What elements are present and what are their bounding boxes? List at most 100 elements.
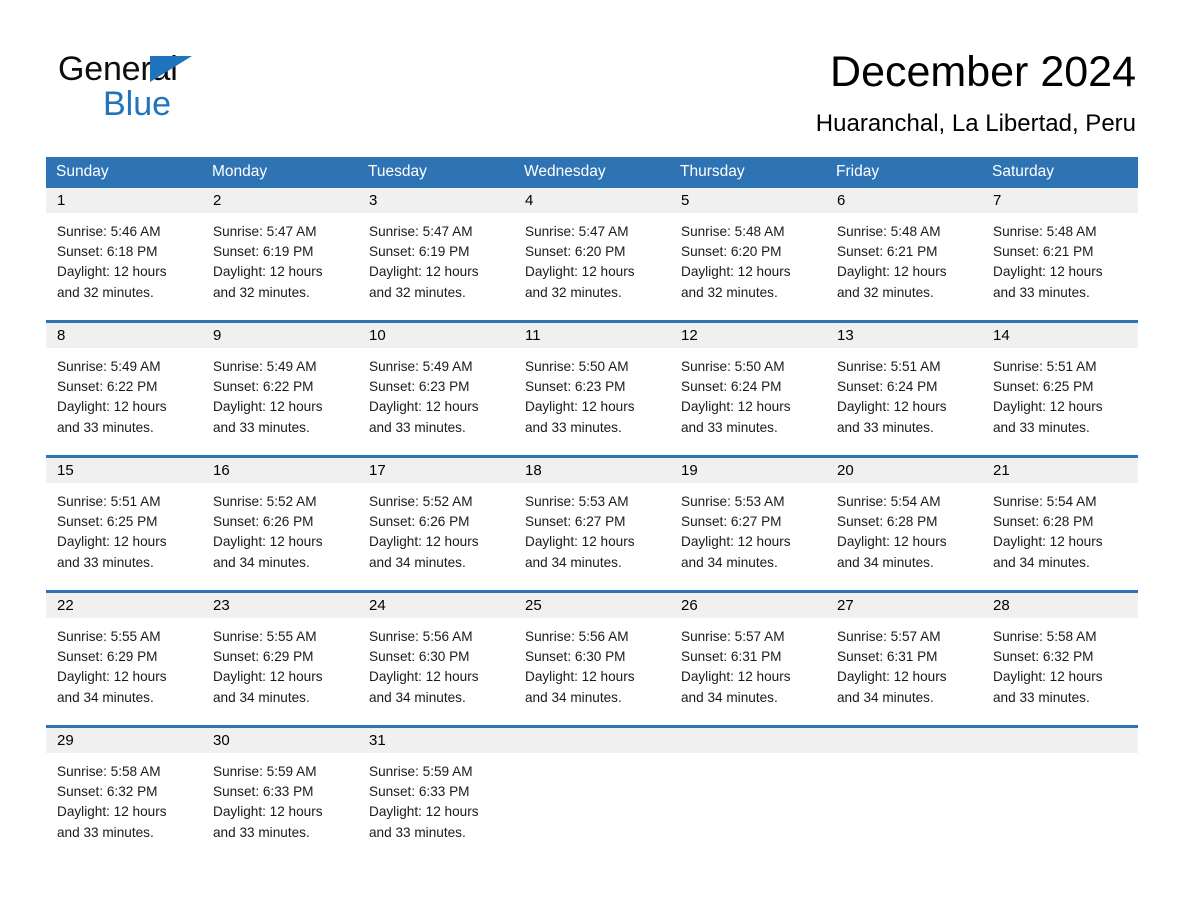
- calendar-day-cell[interactable]: 27 Sunrise: 5:57 AM Sunset: 6:31 PM Dayligh…: [826, 590, 982, 727]
- sunset-text: Sunset: 6:24 PM: [837, 379, 938, 395]
- day-details: [826, 753, 982, 762]
- sunset-text: Sunset: 6:27 PM: [681, 514, 782, 530]
- sunset-text: Sunset: 6:27 PM: [525, 514, 626, 530]
- calendar-day-cell[interactable]: 12 Sunrise: 5:50 AM Sunset: 6:24 PM Dayligh…: [670, 320, 826, 457]
- daylight-text-line1: Daylight: 12 hours: [681, 534, 791, 550]
- calendar-day-cell[interactable]: 5 Sunrise: 5:48 AM Sunset: 6:20 PM Daylight…: [670, 188, 826, 322]
- calendar-day-cell[interactable]: 14 Sunrise: 5:51 AM Sunset: 6:25 PM Dayligh…: [982, 320, 1138, 457]
- calendar-day-cell[interactable]: 29 Sunrise: 5:58 AM Sunset: 6:32 PM Dayligh…: [46, 725, 202, 860]
- sunset-text: Sunset: 6:22 PM: [57, 379, 158, 395]
- sunrise-text: Sunrise: 5:46 AM: [57, 224, 161, 239]
- daylight-text-line2: and 33 minutes.: [525, 419, 622, 435]
- calendar-day-cell[interactable]: 25 Sunrise: 5:56 AM Sunset: 6:30 PM Dayligh…: [514, 590, 670, 727]
- daylight-text-line2: and 34 minutes.: [213, 554, 310, 570]
- daylight-text-line1: Daylight: 12 hours: [525, 399, 635, 415]
- weekday-header-monday: Monday: [202, 157, 358, 188]
- calendar-day-cell[interactable]: 1 Sunrise: 5:46 AM Sunset: 6:18 PM Daylight…: [46, 188, 202, 322]
- calendar-day-cell[interactable]: 16 Sunrise: 5:52 AM Sunset: 6:26 PM Dayligh…: [202, 455, 358, 592]
- daylight-text-line1: Daylight: 12 hours: [681, 399, 791, 415]
- day-number: 11: [514, 323, 670, 348]
- sunrise-text: Sunrise: 5:58 AM: [993, 629, 1097, 644]
- sunrise-text: Sunrise: 5:47 AM: [369, 224, 473, 239]
- daylight-text-line1: Daylight: 12 hours: [369, 264, 479, 280]
- sunset-text: Sunset: 6:24 PM: [681, 379, 782, 395]
- calendar-day-cell[interactable]: 17 Sunrise: 5:52 AM Sunset: 6:26 PM Dayligh…: [358, 455, 514, 592]
- calendar-day-cell[interactable]: 18 Sunrise: 5:53 AM Sunset: 6:27 PM Dayligh…: [514, 455, 670, 592]
- calendar-day-cell[interactable]: 4 Sunrise: 5:47 AM Sunset: 6:20 PM Daylight…: [514, 188, 670, 322]
- calendar-week-row: 22 Sunrise: 5:55 AM Sunset: 6:29 PM Dayligh…: [46, 590, 1138, 727]
- calendar-day-cell[interactable]: 21 Sunrise: 5:54 AM Sunset: 6:28 PM Dayligh…: [982, 455, 1138, 592]
- day-number: 7: [982, 188, 1138, 213]
- day-details: Sunrise: 5:48 AM Sunset: 6:21 PM Daylight:…: [826, 213, 982, 303]
- day-details: Sunrise: 5:59 AM Sunset: 6:33 PM Daylight:…: [358, 753, 514, 843]
- weekday-header-thursday: Thursday: [670, 157, 826, 188]
- calendar-day-cell[interactable]: 11 Sunrise: 5:50 AM Sunset: 6:23 PM Dayligh…: [514, 320, 670, 457]
- day-number: 24: [358, 593, 514, 618]
- calendar-day-cell[interactable]: 24 Sunrise: 5:56 AM Sunset: 6:30 PM Dayligh…: [358, 590, 514, 727]
- day-number: 21: [982, 458, 1138, 483]
- day-details: Sunrise: 5:48 AM Sunset: 6:20 PM Daylight:…: [670, 213, 826, 303]
- daylight-text-line1: Daylight: 12 hours: [213, 534, 323, 550]
- calendar-week-row: 8 Sunrise: 5:49 AM Sunset: 6:22 PM Daylight…: [46, 320, 1138, 457]
- day-number: 19: [670, 458, 826, 483]
- sunset-text: Sunset: 6:30 PM: [369, 649, 470, 665]
- generalblue-logo: General Blue: [58, 50, 378, 123]
- calendar-week-row: 1 Sunrise: 5:46 AM Sunset: 6:18 PM Daylight…: [46, 188, 1138, 322]
- calendar-day-cell[interactable]: 6 Sunrise: 5:48 AM Sunset: 6:21 PM Daylight…: [826, 188, 982, 322]
- sunset-text: Sunset: 6:28 PM: [837, 514, 938, 530]
- daylight-text-line1: Daylight: 12 hours: [369, 399, 479, 415]
- calendar-day-cell[interactable]: 9 Sunrise: 5:49 AM Sunset: 6:22 PM Daylight…: [202, 320, 358, 457]
- weekday-header-saturday: Saturday: [982, 157, 1138, 188]
- calendar-day-cell[interactable]: 23 Sunrise: 5:55 AM Sunset: 6:29 PM Dayligh…: [202, 590, 358, 727]
- calendar-day-cell-empty: [514, 725, 670, 860]
- day-details: [514, 753, 670, 762]
- day-number: 10: [358, 323, 514, 348]
- daylight-text-line2: and 33 minutes.: [57, 419, 154, 435]
- sunset-text: Sunset: 6:30 PM: [525, 649, 626, 665]
- daylight-text-line2: and 33 minutes.: [57, 824, 154, 840]
- calendar-day-cell[interactable]: 15 Sunrise: 5:51 AM Sunset: 6:25 PM Dayligh…: [46, 455, 202, 592]
- sunset-text: Sunset: 6:23 PM: [525, 379, 626, 395]
- calendar-day-cell[interactable]: 30 Sunrise: 5:59 AM Sunset: 6:33 PM Dayligh…: [202, 725, 358, 860]
- daylight-text-line2: and 33 minutes.: [369, 824, 466, 840]
- calendar-page: General Blue December 2024 Huaranchal, L…: [0, 0, 1188, 918]
- sunset-text: Sunset: 6:32 PM: [993, 649, 1094, 665]
- logo-text-blue: Blue: [103, 85, 172, 123]
- calendar-day-cell[interactable]: 31 Sunrise: 5:59 AM Sunset: 6:33 PM Dayligh…: [358, 725, 514, 860]
- sunset-text: Sunset: 6:26 PM: [213, 514, 314, 530]
- sunset-text: Sunset: 6:28 PM: [993, 514, 1094, 530]
- calendar-day-cell[interactable]: 10 Sunrise: 5:49 AM Sunset: 6:23 PM Dayligh…: [358, 320, 514, 457]
- day-number: 4: [514, 188, 670, 213]
- calendar-day-cell[interactable]: 2 Sunrise: 5:47 AM Sunset: 6:19 PM Daylight…: [202, 188, 358, 322]
- calendar-day-cell[interactable]: 13 Sunrise: 5:51 AM Sunset: 6:24 PM Dayligh…: [826, 320, 982, 457]
- sunrise-text: Sunrise: 5:47 AM: [525, 224, 629, 239]
- weekday-header-friday: Friday: [826, 157, 982, 188]
- day-details: Sunrise: 5:50 AM Sunset: 6:23 PM Daylight:…: [514, 348, 670, 438]
- calendar-day-cell[interactable]: 8 Sunrise: 5:49 AM Sunset: 6:22 PM Daylight…: [46, 320, 202, 457]
- sunrise-text: Sunrise: 5:54 AM: [993, 494, 1097, 509]
- calendar-day-cell[interactable]: 19 Sunrise: 5:53 AM Sunset: 6:27 PM Dayligh…: [670, 455, 826, 592]
- calendar-day-cell[interactable]: 7 Sunrise: 5:48 AM Sunset: 6:21 PM Daylight…: [982, 188, 1138, 322]
- calendar-day-cell[interactable]: 3 Sunrise: 5:47 AM Sunset: 6:19 PM Daylight…: [358, 188, 514, 322]
- day-number: 23: [202, 593, 358, 618]
- calendar-day-cell[interactable]: 26 Sunrise: 5:57 AM Sunset: 6:31 PM Dayligh…: [670, 590, 826, 727]
- day-number: [982, 728, 1138, 753]
- daylight-text-line2: and 33 minutes.: [681, 419, 778, 435]
- calendar-day-cell[interactable]: 28 Sunrise: 5:58 AM Sunset: 6:32 PM Dayligh…: [982, 590, 1138, 727]
- sunset-text: Sunset: 6:26 PM: [369, 514, 470, 530]
- daylight-text-line2: and 34 minutes.: [525, 689, 622, 705]
- sunrise-text: Sunrise: 5:55 AM: [57, 629, 161, 644]
- sunrise-text: Sunrise: 5:51 AM: [993, 359, 1097, 374]
- day-details: Sunrise: 5:49 AM Sunset: 6:22 PM Daylight:…: [46, 348, 202, 438]
- sunrise-text: Sunrise: 5:58 AM: [57, 764, 161, 779]
- day-details: Sunrise: 5:54 AM Sunset: 6:28 PM Daylight:…: [826, 483, 982, 573]
- sunrise-text: Sunrise: 5:56 AM: [369, 629, 473, 644]
- calendar-day-cell[interactable]: 20 Sunrise: 5:54 AM Sunset: 6:28 PM Dayligh…: [826, 455, 982, 592]
- daylight-text-line1: Daylight: 12 hours: [57, 804, 167, 820]
- daylight-text-line2: and 34 minutes.: [681, 554, 778, 570]
- sunrise-text: Sunrise: 5:49 AM: [57, 359, 161, 374]
- day-number: 18: [514, 458, 670, 483]
- day-number: 31: [358, 728, 514, 753]
- sunset-text: Sunset: 6:29 PM: [57, 649, 158, 665]
- calendar-day-cell[interactable]: 22 Sunrise: 5:55 AM Sunset: 6:29 PM Dayligh…: [46, 590, 202, 727]
